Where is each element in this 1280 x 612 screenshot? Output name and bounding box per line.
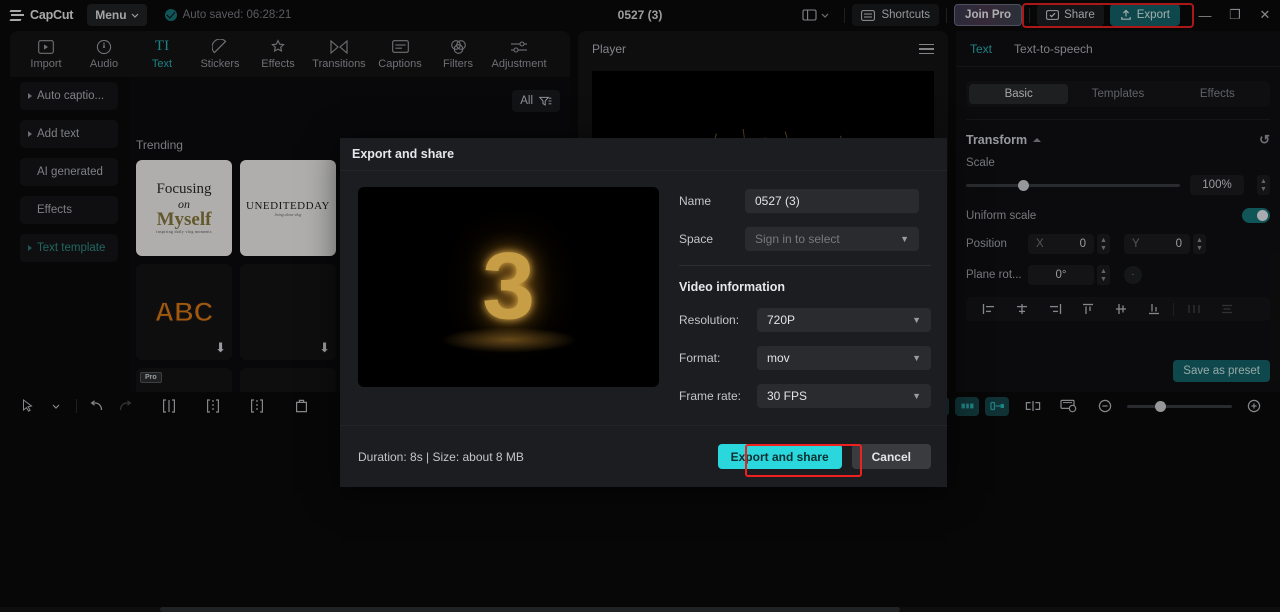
video-information-title: Video information <box>679 280 786 294</box>
resolution-value: 720P <box>767 313 796 327</box>
format-label: Format: <box>679 351 721 365</box>
export-meta: Duration: 8s | Size: about 8 MB <box>358 449 524 464</box>
space-value: Sign in to select <box>755 232 840 246</box>
chevron-down-icon: ▼ <box>912 315 921 325</box>
export-dialog: Export and share 3 Name 0527 (3) Space S… <box>340 138 947 487</box>
resolution-select[interactable]: 720P ▼ <box>757 308 931 332</box>
export-fields: Name 0527 (3) Space Sign in to select ▼ … <box>679 187 931 422</box>
resolution-label: Resolution: <box>679 313 740 327</box>
cancel-button[interactable]: Cancel <box>851 444 931 469</box>
format-row: Format: mov ▼ <box>679 346 931 370</box>
chevron-down-icon: ▼ <box>912 353 921 363</box>
framerate-row: Frame rate: 30 FPS ▼ <box>679 384 931 408</box>
space-label: Space <box>679 232 714 246</box>
framerate-label: Frame rate: <box>679 389 742 403</box>
name-row: Name 0527 (3) <box>679 189 931 213</box>
chevron-down-icon: ▼ <box>912 391 921 401</box>
space-row: Space Sign in to select ▼ <box>679 227 931 251</box>
export-and-share-button[interactable]: Export and share <box>717 444 842 469</box>
framerate-select[interactable]: 30 FPS ▼ <box>757 384 931 408</box>
dialog-actions: Export and share Cancel <box>717 444 931 469</box>
capcut-window: CapCut Menu Auto saved: 06:28:21 0527 (3… <box>0 0 1280 612</box>
divider <box>679 265 931 266</box>
resolution-row: Resolution: 720P ▼ <box>679 308 931 332</box>
chevron-down-icon: ▼ <box>900 234 909 244</box>
dialog-footer: Duration: 8s | Size: about 8 MB Export a… <box>340 425 947 487</box>
dialog-title: Export and share <box>340 138 947 171</box>
dialog-body: 3 Name 0527 (3) Space Sign in to select … <box>340 171 947 422</box>
export-preview: 3 <box>358 187 659 387</box>
space-select[interactable]: Sign in to select ▼ <box>745 227 919 251</box>
preview-glyph: 3 <box>482 233 535 340</box>
format-value: mov <box>767 351 790 365</box>
name-label: Name <box>679 194 712 208</box>
name-input[interactable]: 0527 (3) <box>745 189 919 213</box>
format-select[interactable]: mov ▼ <box>757 346 931 370</box>
framerate-value: 30 FPS <box>767 389 808 403</box>
